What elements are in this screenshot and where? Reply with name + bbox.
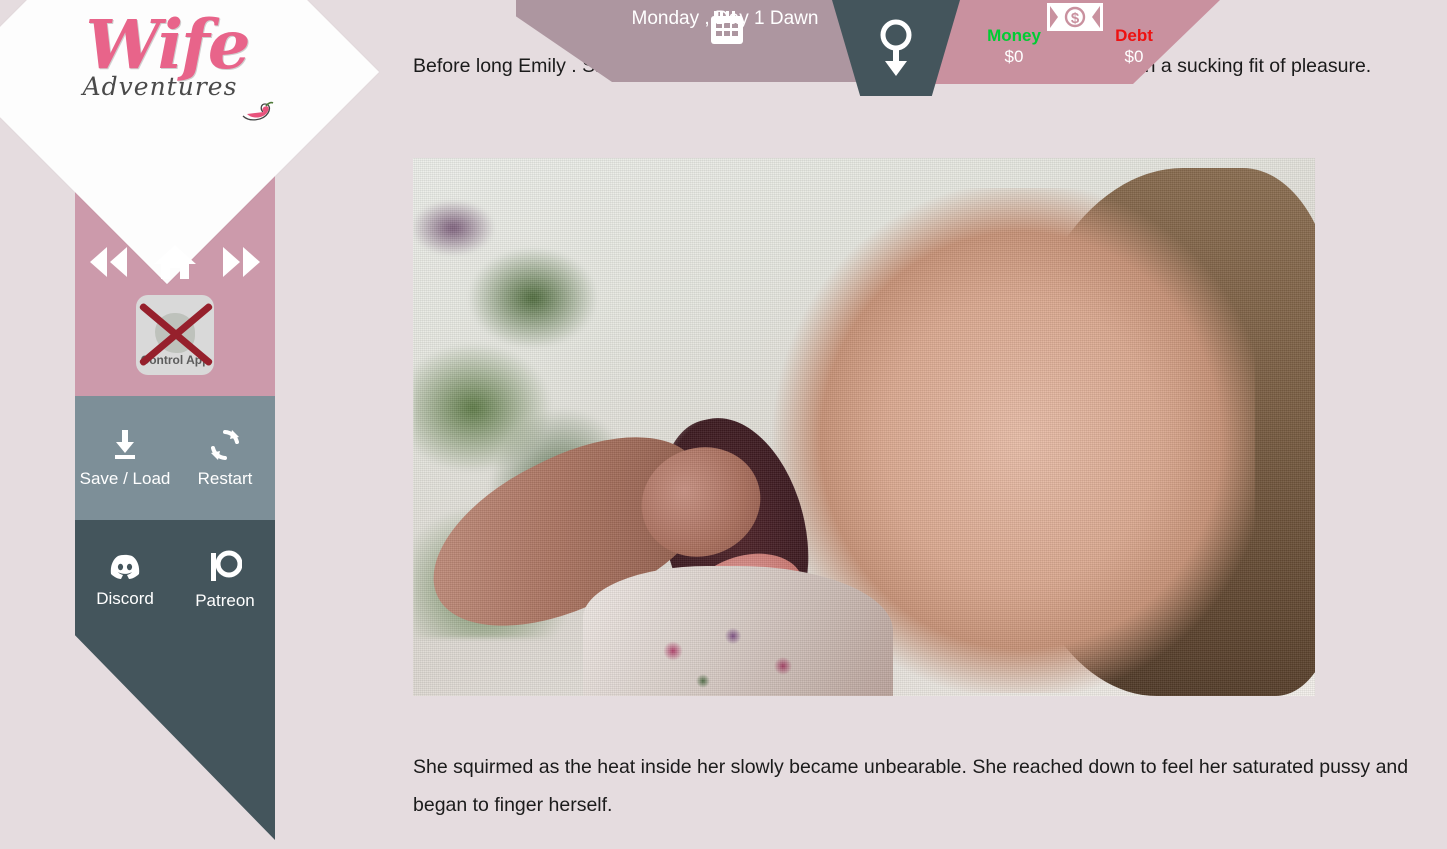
hud-debt-value: $0 [1124, 47, 1144, 66]
svg-text:$: $ [1071, 10, 1080, 27]
control-app-button[interactable]: Control App [136, 295, 214, 375]
hud-money-cell: Money $0 [987, 26, 1041, 67]
hud-money: Money $0 Debt $0 [950, 26, 1190, 67]
sidebar-menu-row-save: Save / Load Restart [75, 408, 275, 508]
female-arrow-icon[interactable] [874, 18, 918, 78]
rewind-icon [90, 247, 128, 277]
home-icon [153, 245, 196, 279]
hud: Monday , Day 1 Dawn $ Money $0 Debt $0 [0, 0, 1447, 96]
hud-date-text: Monday , Day 1 Dawn [631, 8, 819, 29]
discord-icon [110, 554, 140, 579]
sidebar-item-patreon[interactable]: Patreon [175, 530, 275, 630]
sidebar-nav-row [75, 236, 275, 288]
patreon-icon [211, 550, 242, 581]
hud-debt-cell: Debt $0 [1115, 26, 1153, 67]
scene-grain-overlay [413, 158, 1315, 696]
hud-debt-label: Debt [1115, 26, 1153, 45]
hud-money-value: $0 [1004, 47, 1024, 66]
fast-forward-button[interactable] [218, 238, 266, 286]
sidebar-item-discord[interactable]: Discord [75, 530, 175, 630]
sidebar-item-save-load[interactable]: Save / Load [75, 408, 175, 508]
home-button[interactable] [151, 238, 199, 286]
download-icon [115, 429, 135, 459]
scene-image[interactable] [413, 158, 1315, 696]
hud-money-label: Money [987, 26, 1041, 45]
refresh-icon [211, 429, 239, 460]
story-paragraph-bottom: She squirmed as the heat inside her slow… [413, 756, 1409, 816]
rewind-button[interactable] [84, 238, 132, 286]
fast-forward-icon [222, 247, 260, 277]
hud-date: Monday , Day 1 Dawn [600, 6, 850, 30]
sidebar-item-label-restart: Restart [197, 468, 253, 488]
sidebar-item-label-save-load: Save / Load [79, 468, 171, 488]
sidebar-item-restart[interactable]: Restart [175, 408, 275, 508]
sidebar-menu-row-social: Discord Patreon [75, 530, 275, 630]
sidebar-item-label-discord: Discord [96, 588, 154, 608]
sidebar-item-label-patreon: Patreon [195, 590, 255, 610]
